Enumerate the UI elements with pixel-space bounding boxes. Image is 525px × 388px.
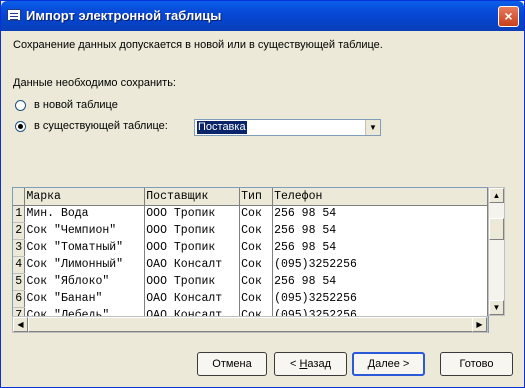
scroll-left-icon[interactable]: ◀: [13, 317, 28, 332]
column-header[interactable]: Телефон: [272, 188, 488, 206]
table-cell: Сок "Банан": [24, 290, 146, 307]
row-number: 5: [13, 273, 26, 291]
radio-new-table-label[interactable]: в новой таблице: [34, 99, 118, 111]
table-cell: Сок "Томатный": [24, 239, 146, 256]
next-button[interactable]: Далее >: [352, 352, 425, 376]
table-cell: Сок "Яблоко": [24, 273, 146, 290]
table-cell: Сок: [239, 273, 274, 290]
back-button[interactable]: < Назад: [274, 352, 347, 376]
spreadsheet-icon: [7, 9, 21, 21]
table-cell: ОАО Консалт: [144, 256, 241, 273]
radio-existing-table[interactable]: [15, 121, 26, 132]
import-dialog: Импорт электронной таблицы × Сохранение …: [0, 0, 525, 388]
table-cell: ООО Тропик: [144, 205, 241, 222]
finish-button[interactable]: Готово: [440, 352, 513, 376]
header-row: Марка Поставщик Тип Телефон: [13, 188, 488, 206]
column-header[interactable]: Поставщик: [144, 188, 241, 206]
scroll-up-icon[interactable]: ▲: [489, 188, 504, 203]
next-label: алее >: [375, 358, 410, 370]
table-cell: Сок: [239, 205, 274, 222]
table-cell: Сок: [239, 290, 274, 307]
scroll-right-icon[interactable]: ▶: [472, 317, 487, 332]
row-number: 4: [13, 256, 26, 274]
table-cell: Сок: [239, 239, 274, 256]
preview-table: Марка Поставщик Тип Телефон 1 Мин. Вода …: [13, 188, 488, 325]
table-select[interactable]: Поставка ▼: [194, 119, 381, 136]
vertical-scroll-thumb[interactable]: [489, 218, 504, 240]
vertical-scrollbar[interactable]: ▲ ▼: [488, 187, 505, 316]
table-cell: ОАО Консалт: [144, 290, 241, 307]
corner-cell: [13, 188, 26, 206]
table-cell: Сок "Чемпион": [24, 222, 146, 239]
table-cell: Мин. Вода: [24, 205, 146, 222]
cancel-button[interactable]: Отмена: [197, 352, 267, 376]
table-cell: Сок: [239, 256, 274, 273]
radio-new-table[interactable]: [15, 100, 26, 111]
back-label: азад: [307, 358, 331, 370]
table-cell: (095)3252256: [272, 290, 488, 307]
next-hotkey: Д: [367, 358, 376, 370]
row-number: 6: [13, 290, 26, 308]
table-cell: 256 98 54: [272, 222, 488, 239]
scroll-down-icon[interactable]: ▼: [489, 300, 504, 315]
radio-existing-table-label[interactable]: в существующей таблице:: [34, 120, 168, 132]
table-row[interactable]: 4 Сок "Лимонный" ОАО Консалт Сок (095)32…: [13, 256, 488, 274]
table-cell: 256 98 54: [272, 239, 488, 256]
table-cell: ООО Тропик: [144, 273, 241, 290]
table-cell: ООО Тропик: [144, 222, 241, 239]
table-cell: Сок "Лимонный": [24, 256, 146, 273]
table-cell: ООО Тропик: [144, 239, 241, 256]
row-number: 1: [13, 205, 26, 223]
table-cell: 256 98 54: [272, 205, 488, 222]
close-button[interactable]: ×: [498, 6, 519, 27]
table-cell: 256 98 54: [272, 273, 488, 290]
column-header[interactable]: Тип: [239, 188, 274, 206]
chevron-down-icon[interactable]: ▼: [365, 120, 380, 135]
table-select-value: Поставка: [197, 121, 247, 134]
table-row[interactable]: 6 Сок "Банан" ОАО Консалт Сок (095)32522…: [13, 290, 488, 308]
column-header[interactable]: Марка: [24, 188, 146, 206]
row-number: 3: [13, 239, 26, 257]
intro-text: Сохранение данных допускается в новой ил…: [13, 39, 383, 51]
table-cell: Сок: [239, 222, 274, 239]
table-row[interactable]: 3 Сок "Томатный" ООО Тропик Сок 256 98 5…: [13, 239, 488, 257]
horizontal-scroll-thumb[interactable]: [28, 317, 473, 332]
save-prompt: Данные необходимо сохранить:: [13, 77, 176, 89]
table-row[interactable]: 1 Мин. Вода ООО Тропик Сок 256 98 54: [13, 205, 488, 223]
table-row[interactable]: 2 Сок "Чемпион" ООО Тропик Сок 256 98 54: [13, 222, 488, 240]
window-title: Импорт электронной таблицы: [26, 8, 222, 23]
table-row[interactable]: 5 Сок "Яблоко" ООО Тропик Сок 256 98 54: [13, 273, 488, 291]
table-cell: (095)3252256: [272, 256, 488, 273]
row-number: 2: [13, 222, 26, 240]
title-bar[interactable]: Импорт электронной таблицы ×: [1, 1, 524, 31]
data-preview-grid: Марка Поставщик Тип Телефон 1 Мин. Вода …: [12, 187, 489, 333]
horizontal-scrollbar[interactable]: ◀ ▶: [12, 316, 488, 333]
